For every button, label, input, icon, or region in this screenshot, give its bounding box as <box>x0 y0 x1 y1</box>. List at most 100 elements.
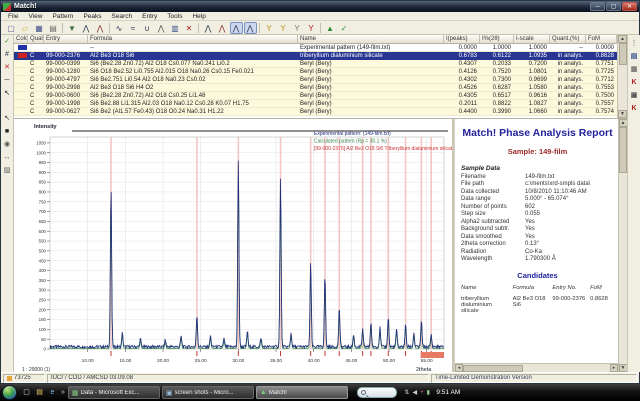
raw-data-icon[interactable]: ∿ <box>113 22 126 34</box>
maximize-button[interactable]: ▢ <box>606 2 621 11</box>
internet-explorer-icon[interactable]: e <box>47 387 58 399</box>
scroll-down-icon[interactable]: ▼ <box>619 364 628 372</box>
import-pattern-icon[interactable]: ▼ <box>66 22 79 34</box>
menu-search[interactable]: Search <box>107 12 138 21</box>
explorer-icon[interactable]: ▤ <box>34 387 45 399</box>
report-view-icon[interactable]: ▤ <box>628 51 640 62</box>
taskbar-window-data[interactable]: ▦Data - Microsoft Exc... <box>68 386 160 399</box>
scroll-thumb[interactable] <box>463 365 523 372</box>
volume-icon[interactable]: ◀ <box>412 389 417 396</box>
candidates-row[interactable]: triberyllium dialuminium silicateAl2 Be3… <box>461 296 614 314</box>
column-header-i-scale[interactable]: I-scale <box>514 35 550 44</box>
column-header-quant-[interactable]: Quant.(%) <box>550 35 586 44</box>
column-header-formula[interactable]: Formula <box>88 35 298 44</box>
filter-edit-icon[interactable]: Y <box>291 22 304 34</box>
scroll-right-icon[interactable]: ▸ <box>610 364 618 372</box>
scroll-up-icon[interactable]: ▲ <box>619 119 628 127</box>
table-row[interactable]: C99-000-2376Al2 Be3 O18 Si6triberyllium … <box>14 52 627 60</box>
menu-help[interactable]: Help <box>187 12 210 21</box>
menu-view[interactable]: View <box>23 12 47 21</box>
report-horizontal-scrollbar[interactable]: ◂ ▸ <box>455 363 618 372</box>
export-report-icon[interactable]: K <box>628 103 640 114</box>
data-sheet-icon[interactable]: ▦ <box>628 64 640 75</box>
start-button[interactable] <box>2 385 17 400</box>
pointer-icon[interactable]: ↖ <box>1 88 13 99</box>
measure-distance-icon[interactable]: ↔ <box>1 152 13 163</box>
run-search-match-icon[interactable]: ▲ <box>324 22 337 34</box>
remove-line-icon[interactable]: ─ <box>1 75 13 86</box>
select-entries-icon[interactable]: ✓ <box>1 36 13 47</box>
column-header-qual-[interactable]: Qual. <box>28 35 44 44</box>
formula-cell: Si6 (Be2.28 Zn0.72) Al2 O18 Cs0.077 Na0.… <box>88 60 298 67</box>
menu-entry[interactable]: Entry <box>137 12 162 21</box>
column-header-name[interactable]: Name <box>298 35 444 44</box>
scroll-up-icon[interactable]: ▲ <box>618 35 627 43</box>
security-icon[interactable]: + <box>420 390 424 396</box>
print-icon[interactable]: ▤ <box>47 22 60 34</box>
accept-icon[interactable]: ✓ <box>338 22 351 34</box>
scroll-thumb[interactable] <box>619 43 627 65</box>
filter-icon[interactable]: Y <box>263 22 276 34</box>
show-experimental-icon[interactable]: ⋀ <box>202 22 215 34</box>
diffraction-chart[interactable]: 0501001502002503003504004505005506006507… <box>14 119 452 372</box>
zoom-select-icon[interactable]: ↖ <box>1 113 13 124</box>
delete-entry-icon[interactable]: ✕ <box>1 62 13 73</box>
menu-pattern[interactable]: Pattern <box>47 12 78 21</box>
peak-edit-icon[interactable]: ⋀ <box>94 22 107 34</box>
menu-peaks[interactable]: Peaks <box>78 12 106 21</box>
peak-search-icon[interactable]: ⋀ <box>80 22 93 34</box>
bar-chart-icon[interactable]: ▥ <box>169 22 182 34</box>
table-row[interactable]: C99-000-1280Si6 O18 Be2.52 Li0.755 Al2.0… <box>14 68 627 76</box>
close-button[interactable]: ✕ <box>622 2 637 11</box>
menu-file[interactable]: File <box>3 12 23 21</box>
table-row[interactable]: C99-000-0600Si6 (Be2.28 Zn0.72) Al2 O18 … <box>14 92 627 100</box>
table-row[interactable]: C99-000-4797Si6 Be2.751 Li0.54 Al2 O18 N… <box>14 76 627 84</box>
crystal-impact-k-icon[interactable]: K <box>628 77 640 88</box>
strip-alpha2-icon[interactable]: ⋀ <box>155 22 168 34</box>
candidate-list-scrollbar[interactable]: ▲ ▼ <box>617 35 627 118</box>
quicklaunch-overflow-icon[interactable]: » <box>61 389 65 396</box>
value-cell: in analys. <box>550 60 586 67</box>
scroll-left-icon[interactable]: ◂ <box>455 364 463 372</box>
filter-add-icon[interactable]: Y <box>277 22 290 34</box>
column-header-entry[interactable]: Entry <box>44 35 88 44</box>
report-vertical-scrollbar[interactable]: ▲ ▼ <box>618 119 627 372</box>
show-profile-icon[interactable]: ⋀ <box>244 22 257 34</box>
taskbar-window-match[interactable]: ▲Match! <box>256 386 348 399</box>
show-difference-icon[interactable]: ⋀ <box>230 22 243 34</box>
delete-pattern-icon[interactable]: ✕ <box>183 22 196 34</box>
subtract-background-icon[interactable]: ∪ <box>141 22 154 34</box>
scroll-down-icon[interactable]: ▼ <box>618 110 627 118</box>
column-header-i-peaks-[interactable]: I(peaks) <box>444 35 480 44</box>
zoom-in-icon[interactable]: ◉ <box>1 139 13 150</box>
save-icon[interactable]: ▦ <box>33 22 46 34</box>
table-row[interactable]: C99-000-1998Si6 Be2.88 Li1.315 Al2.03 O1… <box>14 100 627 108</box>
scroll-thumb[interactable] <box>619 127 627 173</box>
open-file-icon[interactable]: ▱ <box>19 22 32 34</box>
column-header-fom[interactable]: FoM <box>586 35 617 44</box>
table-row[interactable]: C99-000-0399Si6 (Be2.28 Zn0.72) Al2 O18 … <box>14 60 627 68</box>
network-icon[interactable]: ⇅ <box>404 389 409 396</box>
copy-view-icon[interactable]: ▨ <box>1 165 13 176</box>
filter-remove-icon[interactable]: Y <box>305 22 318 34</box>
smooth-data-icon[interactable]: ≈ <box>127 22 140 34</box>
experimental-pattern-row[interactable]: --Experimental pattern (149-film.txt)0.0… <box>14 44 627 52</box>
marker-icon[interactable]: ■ <box>1 126 13 137</box>
minimize-button[interactable]: ─ <box>590 2 605 11</box>
taskbar-window-screen[interactable]: ▣screen shots - Micro... <box>162 386 254 399</box>
column-header-i-2-[interactable]: I%(2θ) <box>480 35 514 44</box>
battery-icon[interactable]: ▮ <box>427 389 430 396</box>
table-row[interactable]: C99-000-2998Al2 Be3 O18 Si6 H4 O2Beryl (… <box>14 84 627 92</box>
drag-handle-icon[interactable]: ⋮ <box>628 38 640 49</box>
entry-numbers-icon[interactable]: # <box>1 49 13 60</box>
menu-tools[interactable]: Tools <box>162 12 187 21</box>
taskbar-search-box[interactable] <box>357 387 397 398</box>
new-document-icon[interactable]: ▢ <box>5 22 18 34</box>
show-desktop-icon[interactable]: ▢ <box>21 387 32 399</box>
show-candidates-icon[interactable]: ⋀ <box>216 22 229 34</box>
print-report-icon[interactable]: ▣ <box>628 90 640 101</box>
title-bar[interactable]: Match! ─ ▢ ✕ <box>1 1 639 12</box>
table-row[interactable]: C99-000-0627Si6 Be2 (Al1.57 Fe0.43) O18 … <box>14 108 627 116</box>
highlight-band[interactable] <box>421 352 444 358</box>
column-header-color[interactable]: Color <box>14 35 28 44</box>
